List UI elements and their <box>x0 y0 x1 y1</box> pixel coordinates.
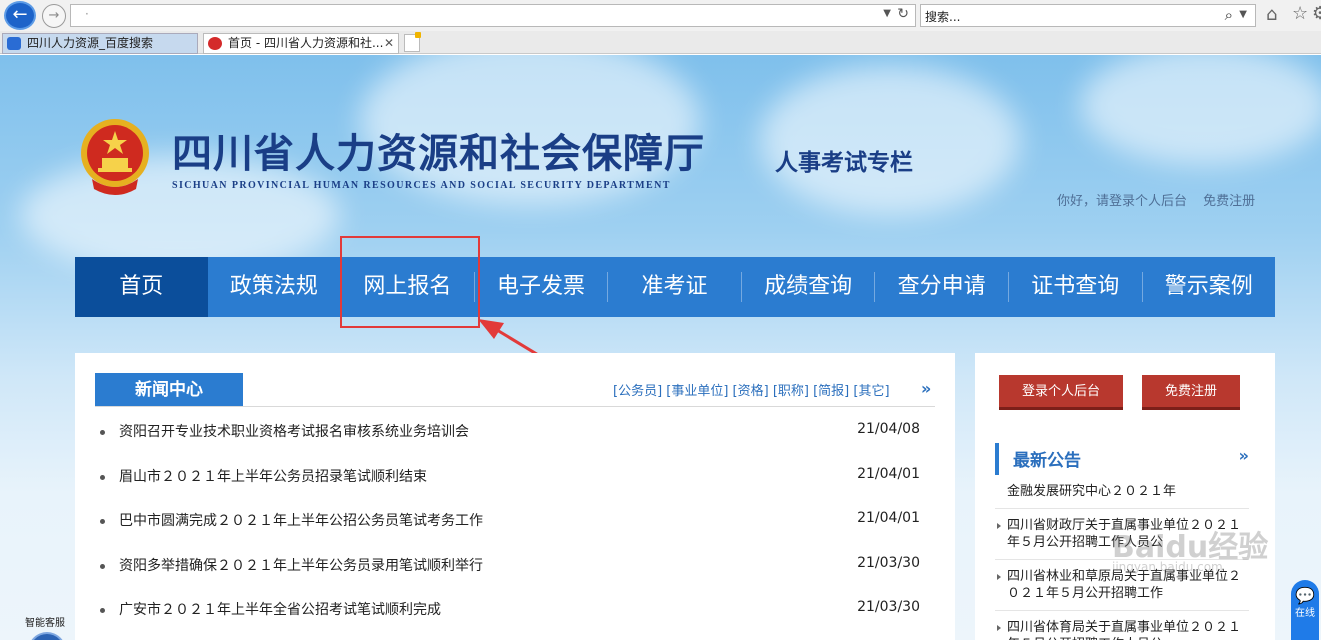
arrow-left-icon: ← <box>12 4 28 25</box>
notice-header: 最新公告 » <box>995 443 1255 475</box>
nav-item-policy[interactable]: 政策法规 <box>208 257 341 317</box>
site-title-english: SICHUAN PROVINCIAL HUMAN RESOURCES AND S… <box>172 180 671 191</box>
close-icon[interactable]: ✕ <box>384 34 394 53</box>
gear-icon[interactable]: ⚙ <box>1312 3 1321 24</box>
news-item[interactable]: 广安市２０２１年上半年全省公招考试笔试顺利完成 21/03/30 <box>95 593 925 638</box>
cloud-decoration <box>760 65 1020 215</box>
news-title[interactable]: 资阳多举措确保２０２１年上半年公务员录用笔试顺利举行 <box>119 555 483 575</box>
home-icon[interactable]: ⌂ <box>1266 4 1277 25</box>
login-button[interactable]: 登录个人后台 <box>999 375 1123 410</box>
tab-homepage[interactable]: 首页 - 四川省人力资源和社... ✕ <box>203 33 399 54</box>
arrow-right-icon: → <box>48 8 60 23</box>
sidebar-panel: 登录个人后台 免费注册 最新公告 » 金融发展研究中心２０２１年 四川省财政厅关… <box>975 353 1275 640</box>
national-emblem-icon <box>81 119 149 195</box>
watermark-url: jingyan.baidu.com <box>1112 560 1223 574</box>
address-bar[interactable]: · ▼ ↻ <box>70 4 916 27</box>
nav-item-e-invoice[interactable]: 电子发票 <box>475 257 608 317</box>
news-date: 21/04/01 <box>857 465 920 482</box>
tab-bar: 四川人力资源_百度搜索 首页 - 四川省人力资源和社... ✕ <box>0 31 1321 54</box>
smart-service-label: 智能客服 <box>25 618 65 629</box>
tab-label: 首页 - 四川省人力资源和社... <box>228 36 384 50</box>
search-dropdown-icon[interactable]: ▼ <box>1239 9 1247 20</box>
register-link[interactable]: 免费注册 <box>1203 194 1255 209</box>
news-item[interactable]: 资阳召开专业技术职业资格考试报名审核系统业务培训会 21/04/08 <box>95 415 925 460</box>
forward-button[interactable]: → <box>42 4 66 28</box>
news-center-panel: 新闻中心 [公务员] [事业单位] [资格] [职称] [简报] [其它] » … <box>75 353 955 640</box>
news-title[interactable]: 资阳召开专业技术职业资格考试报名审核系统业务培训会 <box>119 421 469 441</box>
news-category-links[interactable]: [公务员] [事业单位] [资格] [职称] [简报] [其它] <box>613 380 890 399</box>
news-date: 21/04/08 <box>857 421 920 437</box>
notice-item[interactable]: 四川省体育局关于直属事业单位２０２１年５月公开招聘工作人员公 <box>995 619 1249 640</box>
nav-item-admission-ticket[interactable]: 准考证 <box>608 257 741 317</box>
notice-title: 最新公告 <box>1013 451 1081 471</box>
login-link[interactable]: 你好，请登录个人后台 <box>1057 194 1187 209</box>
tab-label: 四川人力资源_百度搜索 <box>27 36 154 50</box>
address-dropdown-icon[interactable]: ▼ <box>883 8 891 19</box>
refresh-icon[interactable]: ↻ <box>897 6 909 22</box>
divider <box>95 406 935 407</box>
online-chat-button[interactable]: 💬 在线 <box>1291 580 1319 640</box>
news-title[interactable]: 巴中市圆满完成２０２１年上半年公招公务员笔试考务工作 <box>119 510 483 530</box>
tab-baidu-search[interactable]: 四川人力资源_百度搜索 <box>2 33 198 54</box>
main-nav: 首页 政策法规 网上报名 电子发票 准考证 成绩查询 查分申请 证书查询 警示案… <box>75 257 1275 317</box>
news-date: 21/03/30 <box>857 599 920 616</box>
chat-label: 在线 <box>1295 608 1315 619</box>
annotation-highlight-box <box>340 236 480 328</box>
news-item[interactable]: 巴中市圆满完成２０２１年上半年公招公务员笔试考务工作 21/04/01 <box>95 504 925 549</box>
site-title: 四川省人力资源和社会保障厅 <box>172 130 705 177</box>
notice-item[interactable]: 金融发展研究中心２０２１年 <box>995 483 1249 509</box>
site-favicon-icon <box>208 37 222 50</box>
nav-item-home[interactable]: 首页 <box>75 257 208 317</box>
news-item[interactable]: 资阳多举措确保２０２１年上半年公务员录用笔试顺利举行 21/03/30 <box>95 549 925 594</box>
search-icon[interactable]: ⌕ <box>1225 6 1233 24</box>
register-button[interactable]: 免费注册 <box>1142 375 1240 410</box>
baidu-paw-icon <box>7 37 21 50</box>
news-center-tab[interactable]: 新闻中心 <box>95 373 243 407</box>
address-text: · <box>85 7 89 21</box>
news-title[interactable]: 广安市２０２１年上半年全省公招考试笔试顺利完成 <box>119 599 441 619</box>
chat-bubble-icon: 💬 <box>1295 586 1315 605</box>
news-date: 21/03/30 <box>857 554 920 571</box>
section-subtitle: 人事考试专栏 <box>775 149 913 176</box>
notice-more-icon[interactable]: » <box>1239 446 1249 465</box>
cloud-decoration <box>1080 55 1321 165</box>
favorites-star-icon[interactable]: ☆ <box>1292 3 1308 24</box>
nav-item-score-review[interactable]: 查分申请 <box>875 257 1008 317</box>
news-title[interactable]: 眉山市２０２１年上半年公务员招录笔试顺利结束 <box>119 466 427 486</box>
news-date: 21/04/01 <box>857 510 920 527</box>
search-box[interactable]: 搜索... ⌕ ▼ <box>920 4 1256 27</box>
notice-item[interactable]: 四川省林业和草原局关于直属事业单位２０２１年５月公开招聘工作 <box>995 568 1249 611</box>
news-list: 资阳召开专业技术职业资格考试报名审核系统业务培训会 21/04/08 眉山市２０… <box>95 415 925 638</box>
new-tab-button[interactable] <box>404 32 421 52</box>
news-more-icon[interactable]: » <box>921 379 931 398</box>
nav-item-warning-cases[interactable]: 警示案例 <box>1143 257 1276 317</box>
smart-service-icon[interactable] <box>28 632 66 640</box>
nav-item-score-query[interactable]: 成绩查询 <box>742 257 875 317</box>
search-input[interactable]: 搜索... <box>925 8 960 25</box>
nav-item-certificate-query[interactable]: 证书查询 <box>1009 257 1142 317</box>
header-login-links: 你好，请登录个人后台 免费注册 <box>1057 190 1255 209</box>
news-item[interactable]: 眉山市２０２１年上半年公务员招录笔试顺利结束 21/04/01 <box>95 460 925 505</box>
back-button[interactable]: ← <box>4 1 36 30</box>
browser-toolbar: ← → · ▼ ↻ 搜索... ⌕ ▼ ⌂ ☆ ⚙ <box>0 0 1321 31</box>
web-page: 四川省人力资源和社会保障厅 SICHUAN PROVINCIAL HUMAN R… <box>0 55 1321 640</box>
